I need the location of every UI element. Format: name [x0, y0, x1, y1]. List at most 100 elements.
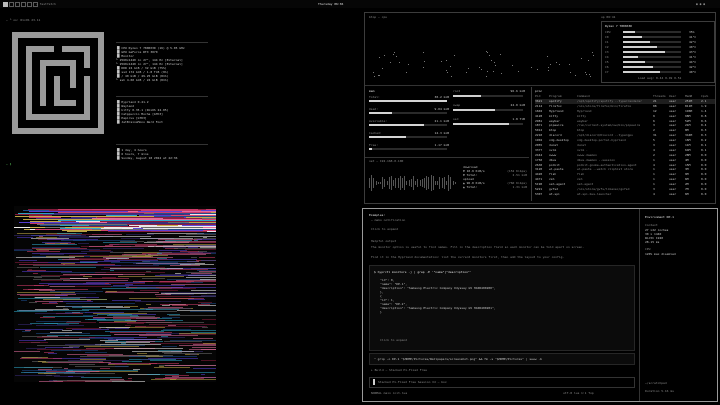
code-block: $ hyprctl monitors -j | grep -E '"name"|…: [369, 265, 635, 351]
expand-link-1[interactable]: Click to expand: [371, 227, 398, 231]
load-average: Load avg: 0.44 0.49 0.51: [638, 76, 682, 80]
process-column-header[interactable]: Cpu%: [701, 94, 708, 98]
cpu-value: 42°C: [689, 65, 697, 69]
disk-row: ssd 1.8 TiB: [453, 117, 525, 131]
process-column-header[interactable]: Command: [577, 94, 590, 98]
process-cell: swww-daemon: [577, 152, 597, 157]
process-cell: 196M: [685, 108, 693, 113]
shell-prompt[interactable]: ~ ❯: [6, 162, 11, 166]
disk-value: 24.0 GiB: [510, 103, 525, 107]
process-cell: 0.0: [701, 187, 707, 192]
process-row[interactable]: 5307 at-spi at-spi-bus-launcher 4 user 6M 0.0: [535, 192, 715, 197]
process-column-header[interactable]: MemB: [685, 94, 692, 98]
process-list[interactable]: proc Pid Program Command Threads User MemB Cpu…: [531, 87, 716, 201]
workspace-2[interactable]: [9, 2, 14, 7]
process-column-header[interactable]: User: [669, 94, 676, 98]
process-cell: zsh: [577, 177, 583, 182]
workspace-3[interactable]: [15, 2, 20, 7]
cpu-value: 44°C: [689, 60, 697, 64]
process-cell: user: [669, 128, 677, 133]
process-cell: Hyprland: [549, 108, 564, 113]
cpu-bar: [623, 36, 681, 38]
process-cell: 1902: [535, 138, 543, 143]
cpu-value: 41°C: [689, 55, 697, 59]
process-cell: 2210: [535, 133, 543, 138]
process-column-header[interactable]: Threads: [653, 94, 666, 98]
memory-value: 9.04 GiB: [434, 107, 449, 111]
editor-main[interactable]: Examples: ~ mako notification Click to e…: [363, 209, 640, 401]
fastfetch-terminal[interactable]: ~ └ os: NixOS 23.11 ▐█ CPU Ryzen 7 7800X…: [4, 12, 356, 174]
cpu-bar: [623, 31, 681, 33]
message-input[interactable]: Stacked Hi-Fixed Free Session Id — box: [369, 377, 635, 388]
process-cell: user: [669, 113, 677, 118]
process-cell: 6M: [685, 177, 689, 182]
process-cell: 4471: [535, 177, 543, 182]
process-cell: 0.0: [701, 152, 707, 157]
process-cell: user: [669, 138, 677, 143]
cpu-label: C1: [605, 40, 609, 44]
process-column-header[interactable]: Program: [549, 94, 562, 98]
clock[interactable]: Thursday 06:36: [318, 2, 343, 6]
process-column-header[interactable]: Pid: [535, 94, 540, 98]
process-cell: 0.3: [701, 128, 707, 133]
process-cell: 0.4: [701, 123, 707, 128]
memory-row: Free: 1.17 GiB: [369, 143, 449, 155]
paragraph-2: Find it in the Hyprland documentation: l…: [371, 255, 565, 259]
system-monitor[interactable]: btop — cpu up 06:41 Ryzen 7 7800X3D CPU 3…: [364, 12, 716, 204]
process-cell: 1: [653, 167, 655, 172]
process-cell: user: [669, 118, 677, 123]
process-cell: 0.0: [701, 177, 707, 182]
editor-intro: ~ mako notification: [371, 218, 406, 222]
process-cell: 2981: [535, 118, 543, 123]
memory-value: 21.1 GiB: [434, 119, 449, 123]
process-cell: ssh-agent: [577, 182, 594, 187]
process-cell: dunst: [577, 143, 587, 148]
cpu-row: C7 40°C: [605, 70, 711, 75]
process-cell: 8M: [685, 128, 689, 133]
notes-editor[interactable]: Examples: ~ mako notification Click to e…: [362, 208, 718, 402]
cpu-graph: [369, 21, 597, 79]
process-cell: 2M: [685, 182, 689, 187]
expand-link-2[interactable]: Click to expand: [380, 338, 407, 342]
process-cell: 2: [653, 152, 655, 157]
inspector-title: Environment DP-1: [645, 215, 674, 219]
cpu-label: C3: [605, 50, 609, 54]
process-cell: btop: [549, 128, 557, 133]
process-cell: 3: [653, 143, 655, 148]
network-row: ▲ Total: 1.31 GiB: [463, 185, 527, 189]
workspace-1[interactable]: [3, 2, 8, 7]
process-cell: kitty: [577, 113, 587, 118]
process-cell: at-spi: [549, 191, 560, 196]
workspace-4[interactable]: [21, 2, 26, 7]
cpu-bar: [623, 41, 681, 43]
workspace-5[interactable]: [27, 2, 32, 7]
memory-value: 1.17 GiB: [434, 143, 449, 147]
network-label: ▲ Total:: [463, 185, 478, 189]
process-cell: 2055: [535, 143, 543, 148]
distro-logo: [12, 32, 104, 134]
process-cell: user: [669, 143, 677, 148]
process-cell: 0.2: [701, 138, 707, 143]
inspector-line: 120% max disabled: [645, 252, 676, 256]
build-section[interactable]: ▸ Build — Stacked Hi-Fixed Free: [371, 368, 427, 372]
cpu-value: 35%: [689, 30, 695, 34]
network-title: net — 192.168.0.100: [369, 159, 404, 163]
memory-row: Total: 30.2 GiB: [369, 95, 449, 107]
process-cell: 4: [653, 162, 655, 167]
memory-row: Available: 21.1 GiB: [369, 119, 449, 131]
process-cell: fish: [549, 172, 557, 177]
process-cell: 15M: [685, 162, 691, 167]
process-cell: polkit: [549, 162, 560, 167]
process-cell: 2444: [535, 152, 543, 157]
process-cell: 3: [653, 123, 655, 128]
process-cell: user: [669, 187, 677, 192]
memory-row: Used: 9.04 GiB: [369, 107, 449, 119]
process-cell: kitty: [549, 113, 559, 118]
memory-label: Total:: [369, 95, 380, 99]
system-tray[interactable]: ● ● ●: [696, 2, 705, 6]
command-line-1: $ hyprctl monitors -j | grep -E '"name"|…: [374, 270, 472, 274]
monitor-title: btop — cpu: [369, 15, 388, 19]
disk-row: swap 24.0 GiB: [453, 103, 525, 117]
time-info-list: ▐█ 1 day, 4 hours ▐█ 6 hours, 7 mins ▐█ Su…: [116, 148, 216, 160]
process-cell: 0.3: [701, 133, 707, 138]
